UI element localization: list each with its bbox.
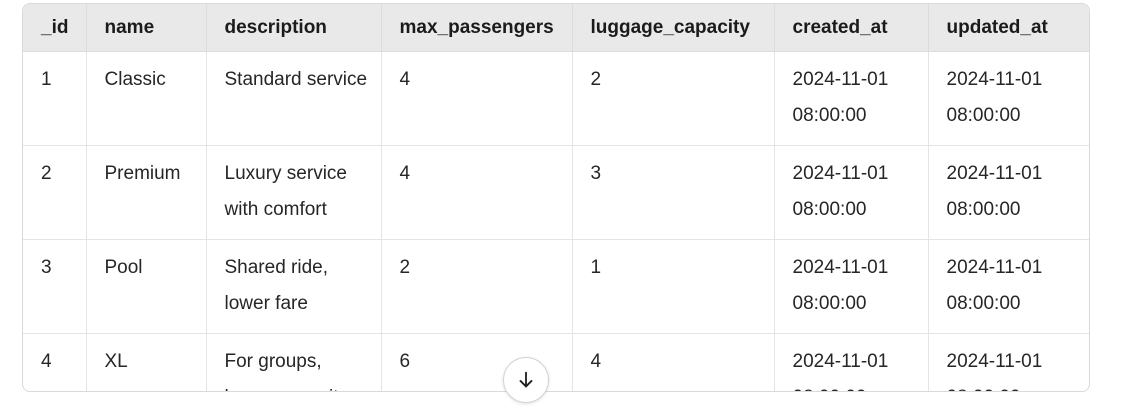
data-table-container: _id name description max_passengers lugg… [22, 3, 1090, 392]
column-header-name: name [86, 4, 207, 52]
column-header-id: _id [23, 4, 87, 52]
cell-updated-at: 2024-11-01 08:00:00 [928, 145, 1089, 240]
cell-max-passengers: 4 [381, 51, 573, 146]
cell-created-at: 2024-11-01 08:00:00 [774, 51, 929, 146]
cell-luggage-capacity: 3 [572, 145, 775, 240]
cell-updated-at: 2024-11-01 08:00:00 [928, 239, 1089, 334]
table-body: 1 Classic Standard service 4 2 2024-11-0… [23, 51, 1089, 391]
cell-name: Classic [86, 51, 207, 146]
cell-name: XL [86, 333, 207, 391]
table-row: 3 Pool Shared ride, lower fare 2 1 2024-… [23, 239, 1089, 334]
table-row: 2 Premium Luxury service with comfort 4 … [23, 145, 1089, 240]
cell-description: Standard service [206, 51, 382, 146]
cell-created-at: 2024-11-01 08:00:00 [774, 239, 929, 334]
arrow-down-icon [515, 369, 537, 391]
column-header-updated-at: updated_at [928, 4, 1089, 52]
cell-id: 2 [23, 145, 87, 240]
cell-name: Premium [86, 145, 207, 240]
table-row: 4 XL For groups, larger capacity 6 4 202… [23, 333, 1089, 391]
cell-luggage-capacity: 2 [572, 51, 775, 146]
column-header-luggage-capacity: luggage_capacity [572, 4, 775, 52]
scroll-down-button[interactable] [503, 357, 549, 403]
cell-max-passengers: 2 [381, 239, 573, 334]
cell-created-at: 2024-11-01 08:00:00 [774, 333, 929, 391]
table-header: _id name description max_passengers lugg… [23, 4, 1089, 52]
cell-created-at: 2024-11-01 08:00:00 [774, 145, 929, 240]
cell-luggage-capacity: 1 [572, 239, 775, 334]
cell-description: For groups, larger capacity [206, 333, 382, 391]
table-row: 1 Classic Standard service 4 2 2024-11-0… [23, 51, 1089, 146]
cell-description: Shared ride, lower fare [206, 239, 382, 334]
header-row: _id name description max_passengers lugg… [23, 4, 1089, 52]
cell-luggage-capacity: 4 [572, 333, 775, 391]
cell-id: 1 [23, 51, 87, 146]
cell-updated-at: 2024-11-01 08:00:00 [946, 351, 1043, 391]
data-table: _id name description max_passengers lugg… [23, 4, 1089, 391]
cell-description: Luxury service with comfort [206, 145, 382, 240]
cell-name: Pool [86, 239, 207, 334]
column-header-max-passengers: max_passengers [381, 4, 573, 52]
cell-max-passengers: 4 [381, 145, 573, 240]
cell-id: 3 [23, 239, 87, 334]
cell-updated-at: 2024-11-01 08:00:00 [928, 51, 1089, 146]
cell-id: 4 [23, 333, 87, 391]
column-header-created-at: created_at [774, 4, 929, 52]
column-header-description: description [206, 4, 382, 52]
